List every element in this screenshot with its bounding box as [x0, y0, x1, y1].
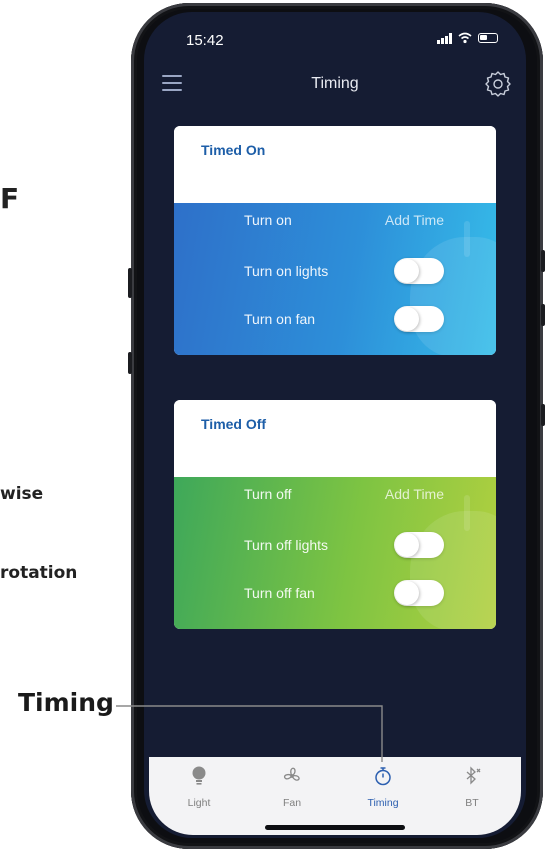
turn-on-fan-label: Turn on fan: [244, 311, 316, 327]
tab-bt[interactable]: BT: [437, 765, 507, 809]
page-title: Timing: [311, 75, 359, 92]
status-icons: [437, 32, 498, 44]
fan-icon: [283, 767, 300, 781]
side-button: [541, 250, 545, 272]
card-title: Timed On: [201, 142, 266, 158]
app-screen: 15:42 Timing Timed On Turn on Add Time T…: [144, 12, 526, 838]
timed-off-card: Timed Off Turn off Add Time Turn off lig…: [174, 400, 496, 629]
side-button: [128, 268, 132, 298]
add-time-button[interactable]: Add Time: [385, 486, 444, 502]
tab-label: Fan: [282, 797, 302, 809]
side-text-fragment: wise: [0, 484, 44, 504]
tab-timing[interactable]: Timing: [348, 765, 418, 809]
tab-label: BT: [465, 797, 479, 809]
side-button: [541, 404, 545, 426]
turn-on-lights-label: Turn on lights: [244, 263, 329, 279]
signal-icon: [437, 32, 452, 44]
add-time-button[interactable]: Add Time: [385, 212, 444, 228]
side-button: [128, 352, 132, 374]
tab-label: Light: [187, 797, 211, 809]
bluetooth-icon: [466, 766, 481, 785]
side-text-fragment: F: [0, 182, 20, 215]
tab-label: Timing: [367, 797, 399, 809]
timed-on-card: Timed On Turn on Add Time Turn on lights…: [174, 126, 496, 355]
callout-label: Timing: [18, 688, 114, 717]
status-time: 15:42: [186, 32, 224, 49]
turn-on-label: Turn on: [244, 212, 292, 228]
bottom-tab-bar: Light Fan Timing BT: [149, 757, 521, 835]
tab-fan[interactable]: Fan: [257, 765, 327, 809]
turn-off-fan-toggle[interactable]: [394, 580, 444, 606]
timer-icon: [375, 767, 391, 786]
turn-off-lights-toggle[interactable]: [394, 532, 444, 558]
bulb-icon: [192, 766, 206, 785]
wifi-icon: [458, 32, 472, 44]
settings-icon[interactable]: [484, 69, 512, 97]
side-button: [541, 304, 545, 326]
battery-icon: [478, 33, 498, 43]
home-indicator: [265, 825, 405, 830]
tab-light[interactable]: Light: [164, 765, 234, 809]
turn-off-label: Turn off: [244, 486, 292, 502]
turn-on-lights-toggle[interactable]: [394, 258, 444, 284]
turn-off-lights-label: Turn off lights: [244, 537, 329, 553]
card-title: Timed Off: [201, 416, 267, 432]
side-text-fragment: rotation: [0, 563, 78, 583]
turn-off-fan-label: Turn off fan: [244, 585, 315, 601]
turn-on-fan-toggle[interactable]: [394, 306, 444, 332]
